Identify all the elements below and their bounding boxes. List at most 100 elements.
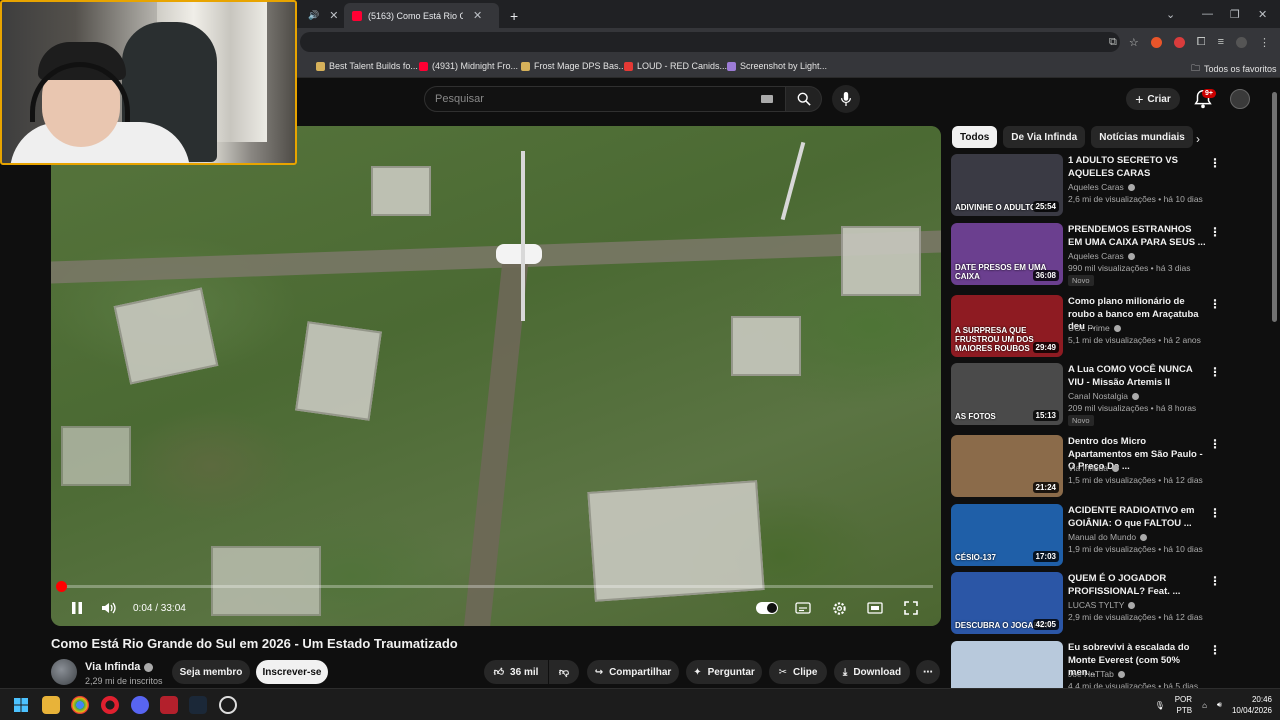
volume-icon[interactable]: 🔊︎	[1217, 700, 1222, 710]
subtitles-button[interactable]	[789, 594, 817, 622]
tab-audio-icon[interactable]: 🔊 ✕	[300, 3, 346, 28]
bookmark-star-icon[interactable]: ☆	[1129, 36, 1139, 49]
user-avatar[interactable]	[1230, 89, 1250, 109]
address-bar[interactable]	[300, 32, 1120, 52]
tab-search-icon[interactable]: ⌄	[1166, 0, 1175, 28]
input-language[interactable]: POR PTB	[1175, 694, 1192, 716]
ask-button[interactable]: ✦ Perguntar	[686, 660, 762, 684]
channel-name[interactable]: Via Infinda	[85, 661, 154, 673]
dislike-button[interactable]: 👎︎	[549, 660, 579, 684]
extension-icon[interactable]	[1173, 36, 1185, 48]
discord-icon[interactable]	[131, 696, 149, 714]
bookmark-item[interactable]: Frost Mage DPS Bas...	[521, 61, 626, 71]
cast-icon[interactable]: ⧉	[1109, 36, 1117, 49]
more-vertical-icon[interactable]: ⋮	[1209, 225, 1221, 239]
more-vertical-icon[interactable]: ⋮	[1209, 365, 1221, 379]
recommendation-title[interactable]: 1 ADULTO SECRETO VS AQUELES CARAS	[1068, 155, 1208, 180]
more-vertical-icon[interactable]: ⋮	[1209, 506, 1221, 520]
media-icon[interactable]: ≡	[1218, 36, 1224, 48]
recommendation-channel[interactable]: Canal Nostalgia	[1068, 391, 1140, 401]
more-actions-button[interactable]: ⋯	[916, 660, 940, 684]
clip-button[interactable]: ✂ Clipe	[769, 660, 827, 684]
chevron-right-icon[interactable]: ›	[1196, 132, 1200, 146]
fullscreen-button[interactable]	[897, 594, 925, 622]
video-player[interactable]: 0:04 / 33:04	[51, 126, 941, 626]
bookmark-item[interactable]: (4931) Midnight Fro...	[419, 61, 518, 71]
extension-icon[interactable]	[1150, 36, 1162, 48]
more-vertical-icon[interactable]: ⋮	[1209, 574, 1221, 588]
pause-button[interactable]	[63, 594, 91, 622]
recommendation-channel[interactable]: LUCAS TYLTY	[1068, 600, 1136, 610]
recommendation-thumbnail[interactable]: 21:24	[951, 435, 1063, 497]
recommendation-item[interactable]: AS FOTOS 15:13 A Lua COMO VOCÊ NUNCA VIU -…	[951, 363, 1271, 427]
steam-icon[interactable]	[189, 696, 207, 714]
chip-from-channel[interactable]: De Via Infinda	[1003, 126, 1086, 148]
recommendation-thumbnail[interactable]: ADIVINHE O ADULTO SE 25:54	[951, 154, 1063, 216]
opera-icon[interactable]	[101, 696, 119, 714]
recommendation-channel[interactable]: Joe HaTTab	[1068, 669, 1125, 679]
recommendation-item[interactable]: ADIVINHE O ADULTO SE 25:54 1 ADULTO SECRET…	[951, 154, 1271, 218]
download-button[interactable]: ⤓ Download	[834, 660, 910, 684]
recommendation-item[interactable]: CÉSIO-137 17:03 ACIDENTE RADIOATIVO em GOI…	[951, 504, 1271, 568]
menu-kebab-icon[interactable]: ⋮	[1259, 36, 1270, 49]
recommendation-thumbnail[interactable]: AS FOTOS 15:13	[951, 363, 1063, 425]
app-icon[interactable]	[160, 696, 178, 714]
subscribe-button[interactable]: Inscrever-se	[256, 660, 328, 684]
recommendation-channel[interactable]: Aqueles Caras	[1068, 251, 1135, 261]
chip-world-news[interactable]: Notícias mundiais	[1091, 126, 1193, 148]
share-button[interactable]: ↪ Compartilhar	[587, 660, 679, 684]
network-icon[interactable]: ⌂	[1202, 701, 1207, 710]
chip-all[interactable]: Todos	[952, 126, 998, 148]
tab-active[interactable]: (5163) Como Está Rio Grand ✕	[344, 3, 499, 28]
microphone-icon[interactable]: 🎙︎	[1155, 701, 1165, 710]
recommendation-title[interactable]: A Lua COMO VOCÊ NUNCA VIU - Missão Artem…	[1068, 364, 1208, 389]
like-button[interactable]: 👍︎ 36 mil	[484, 660, 548, 684]
recommendation-title[interactable]: ACIDENTE RADIOATIVO em GOIÂNIA: O que FA…	[1068, 505, 1208, 530]
close-window-button[interactable]: ✕	[1258, 0, 1267, 28]
recommendation-thumbnail[interactable]: DESCUBRA O JOGADOR 42:05	[951, 572, 1063, 634]
recommendation-item[interactable]: DATE PRESOS EM UMA CAIXA 36:08 PRENDEMOS E…	[951, 223, 1271, 287]
recommendation-title[interactable]: PRENDEMOS ESTRANHOS EM UMA CAIXA PARA SE…	[1068, 224, 1208, 249]
progress-bar[interactable]	[55, 581, 933, 592]
bookmark-item[interactable]: LOUD - RED Canids...	[624, 61, 727, 71]
bookmark-item[interactable]: Screenshot by Light...	[727, 61, 827, 71]
recommendation-thumbnail[interactable]: CÉSIO-137 17:03	[951, 504, 1063, 566]
recommendation-thumbnail[interactable]: A SURPRESA QUE FRUSTROU UM DOS MAIORES R…	[951, 295, 1063, 357]
volume-button[interactable]	[95, 594, 123, 622]
close-tab-icon[interactable]: ✕	[473, 9, 482, 22]
more-vertical-icon[interactable]: ⋮	[1209, 297, 1221, 311]
all-bookmarks-folder[interactable]: 🗀 Todos os favoritos	[1191, 61, 1277, 77]
more-vertical-icon[interactable]: ⋮	[1209, 156, 1221, 170]
minimize-button[interactable]: —	[1202, 0, 1213, 28]
page-scrollbar[interactable]	[1272, 92, 1277, 322]
bookmark-item[interactable]: Best Talent Builds fo...	[316, 61, 418, 71]
new-tab-button[interactable]: +	[502, 3, 526, 28]
recommendation-channel[interactable]: Aqueles Caras	[1068, 182, 1135, 192]
profile-icon[interactable]	[1236, 36, 1247, 48]
close-tab-icon[interactable]: ✕	[329, 9, 338, 22]
recommendation-thumbnail[interactable]: DATE PRESOS EM UMA CAIXA 36:08	[951, 223, 1063, 285]
recommendation-channel[interactable]: Manual do Mundo	[1068, 532, 1148, 542]
recommendation-item[interactable]: 21:24 Dentro dos Micro Apartamentos em Sã…	[951, 435, 1271, 499]
settings-button[interactable]	[825, 594, 853, 622]
join-button[interactable]: Seja membro	[172, 660, 250, 684]
search-button[interactable]	[786, 86, 822, 112]
recommendation-item[interactable]: A SURPRESA QUE FRUSTROU UM DOS MAIORES R…	[951, 295, 1271, 359]
recommendation-title[interactable]: QUEM É O JOGADOR PROFISSIONAL? Feat. ...	[1068, 573, 1208, 598]
file-explorer-icon[interactable]	[42, 696, 60, 714]
channel-avatar[interactable]	[51, 659, 77, 685]
voice-search-button[interactable]	[832, 85, 860, 113]
maximize-button[interactable]: ❐	[1230, 0, 1240, 28]
create-button[interactable]: + Criar	[1126, 88, 1180, 110]
app-icon[interactable]	[219, 696, 237, 714]
chrome-icon[interactable]	[71, 696, 89, 714]
clock[interactable]: 20:46 10/04/2026	[1232, 694, 1272, 716]
search-input[interactable]: Pesquisar	[424, 86, 786, 112]
autoplay-toggle[interactable]	[753, 594, 781, 622]
more-vertical-icon[interactable]: ⋮	[1209, 643, 1221, 657]
miniplayer-button[interactable]	[861, 594, 889, 622]
extensions-puzzle-icon[interactable]: ⧠	[1197, 36, 1206, 49]
more-vertical-icon[interactable]: ⋮	[1209, 437, 1221, 451]
recommendation-channel[interactable]: Via Infinda	[1068, 463, 1120, 473]
windows-start-icon[interactable]	[12, 696, 30, 714]
